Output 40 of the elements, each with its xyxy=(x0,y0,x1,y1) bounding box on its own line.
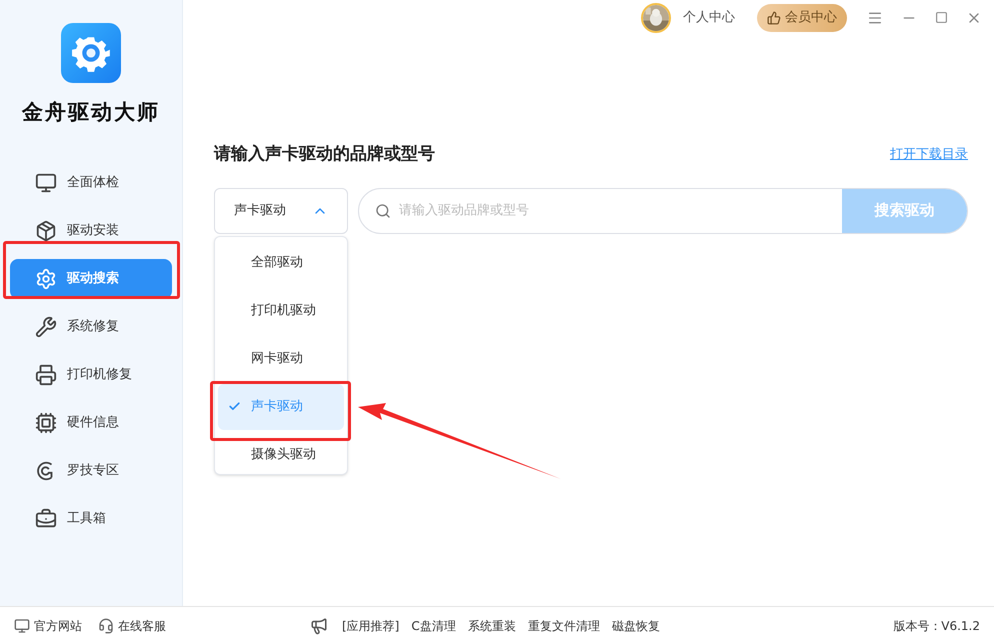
footer-link[interactable]: 在线客服 xyxy=(118,616,166,634)
check-icon xyxy=(228,400,241,413)
maximize-icon[interactable] xyxy=(935,11,948,24)
dropdown-option[interactable]: 摄像头驱动 xyxy=(218,432,344,474)
promo-link[interactable]: 重复文件清理 xyxy=(528,616,600,634)
gear-icon xyxy=(35,268,57,290)
nav-item[interactable]: 全面体检 xyxy=(10,162,172,202)
monitor-icon xyxy=(35,172,57,194)
chip-icon xyxy=(35,412,57,434)
nav-item[interactable]: 驱动安装 xyxy=(10,210,172,250)
dropdown-option[interactable]: 打印机驱动 xyxy=(218,288,344,334)
version-text: 版本号：V6.1.2 xyxy=(893,618,980,634)
footer-link[interactable]: 官方网站 xyxy=(34,616,82,634)
nav-item[interactable]: 系统修复 xyxy=(10,306,172,346)
nav-item[interactable]: 罗技专区 xyxy=(10,450,172,490)
app-logo-icon xyxy=(61,23,121,83)
thumbs-up-icon xyxy=(767,10,781,24)
category-dropdown[interactable]: 声卡驱动 xyxy=(214,188,348,234)
nav-item[interactable]: 工具箱 xyxy=(10,498,172,538)
promo-link[interactable]: 系统重装 xyxy=(468,616,516,634)
promo-label: [应用推荐] xyxy=(342,618,400,634)
megaphone-icon xyxy=(310,616,328,634)
dropdown-option[interactable]: 全部驱动 xyxy=(218,240,344,286)
promo-link[interactable]: 磁盘恢复 xyxy=(612,616,660,634)
promo-link[interactable]: C盘清理 xyxy=(411,616,456,634)
search-title: 请输入声卡驱动的品牌或型号 xyxy=(214,143,435,166)
nav-item[interactable]: 硬件信息 xyxy=(10,402,172,442)
wrench-icon xyxy=(35,316,57,338)
monitor-icon xyxy=(14,618,30,634)
dropdown-option[interactable]: 网卡驱动 xyxy=(218,336,344,382)
printer-icon xyxy=(35,364,57,386)
menu-icon[interactable] xyxy=(867,10,883,26)
app-name: 金舟驱动大师 xyxy=(22,99,160,126)
search-icon xyxy=(375,202,391,218)
member-center-button[interactable]: 会员中心 xyxy=(757,4,847,32)
nav-item[interactable]: 打印机修复 xyxy=(10,354,172,394)
box-icon xyxy=(35,220,57,242)
user-center-link[interactable]: 个人中心 xyxy=(683,8,735,28)
toolbox-icon xyxy=(35,508,57,530)
headset-icon xyxy=(98,618,114,634)
